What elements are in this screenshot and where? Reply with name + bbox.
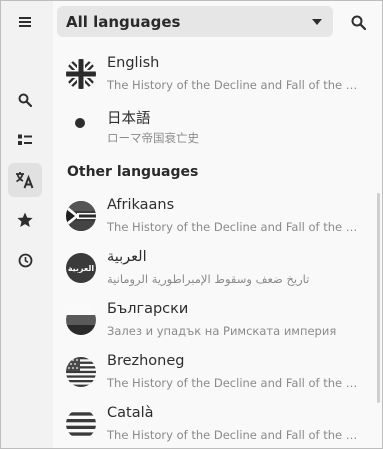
rail-history-button[interactable] bbox=[8, 243, 42, 277]
language-name: Afrikaans bbox=[107, 197, 175, 213]
menu-icon bbox=[19, 17, 31, 27]
list-item[interactable]: Català The History of the Decline and Fa… bbox=[53, 399, 382, 448]
header-bar: All languages bbox=[53, 1, 382, 43]
menu-button[interactable] bbox=[8, 5, 42, 39]
rail-favorites-button[interactable] bbox=[8, 203, 42, 237]
list-item[interactable]: Български Залез и упадък на Римската имп… bbox=[53, 295, 382, 347]
search-icon bbox=[18, 93, 32, 107]
nav-rail bbox=[1, 1, 53, 448]
language-name: Brezhoneg bbox=[107, 353, 185, 369]
language-title: The History of the Decline and Fall of t… bbox=[107, 376, 360, 390]
uk-flag-icon bbox=[66, 59, 96, 89]
rail-search-button[interactable] bbox=[8, 83, 42, 117]
bulgaria-flag-icon bbox=[66, 305, 96, 335]
star-icon bbox=[17, 212, 33, 227]
list-scrollbar[interactable] bbox=[377, 193, 380, 403]
list-icon bbox=[18, 134, 32, 145]
language-title: The History of the Decline and Fall of t… bbox=[107, 78, 360, 92]
south-africa-flag-icon bbox=[66, 201, 96, 231]
app-window: All languages English The History of the… bbox=[0, 0, 383, 449]
list-item[interactable]: 日本語 ローマ帝国衰亡史 bbox=[53, 101, 382, 153]
language-name: 日本語 bbox=[107, 111, 151, 127]
header-search-button[interactable] bbox=[344, 9, 372, 35]
translate-icon bbox=[16, 172, 34, 189]
language-name: العربية bbox=[107, 249, 147, 265]
list-item[interactable]: Afrikaans The History of the Decline and… bbox=[53, 191, 382, 243]
language-title: The History of the Decline and Fall of t… bbox=[107, 428, 360, 442]
list-item[interactable]: English The History of the Decline and F… bbox=[53, 49, 382, 101]
section-heading: Other languages bbox=[67, 164, 199, 180]
arabic-badge-icon: العربية bbox=[66, 253, 96, 283]
catalonia-flag-icon bbox=[66, 409, 96, 439]
language-name: Български bbox=[107, 301, 189, 317]
language-title: The History of the Decline and Fall of t… bbox=[107, 220, 360, 234]
language-filter-dropdown[interactable]: All languages bbox=[57, 6, 333, 37]
rail-list-button[interactable] bbox=[8, 123, 42, 157]
language-list: English The History of the Decline and F… bbox=[53, 43, 382, 448]
language-name: English bbox=[107, 55, 160, 71]
language-name: Català bbox=[107, 405, 154, 421]
language-title: Залез и упадък на Римската империя bbox=[107, 324, 337, 338]
language-title: تاريخ ضعف وسقوط الإمبراطورية الرومانية bbox=[107, 272, 310, 286]
list-item[interactable]: العربية العربية تاريخ ضعف وسقوط الإمبراط… bbox=[53, 243, 382, 295]
language-filter-label: All languages bbox=[66, 12, 181, 31]
us-flag-icon bbox=[66, 357, 96, 387]
arabic-badge-text: العربية bbox=[67, 263, 95, 273]
history-icon bbox=[18, 253, 32, 267]
list-item[interactable]: Brezhoneg The History of the Decline and… bbox=[53, 347, 382, 399]
caret-down-icon bbox=[312, 19, 322, 25]
search-icon bbox=[351, 15, 366, 30]
dot-icon bbox=[75, 118, 85, 128]
rail-languages-button[interactable] bbox=[8, 163, 42, 197]
language-title: ローマ帝国衰亡史 bbox=[107, 131, 199, 145]
